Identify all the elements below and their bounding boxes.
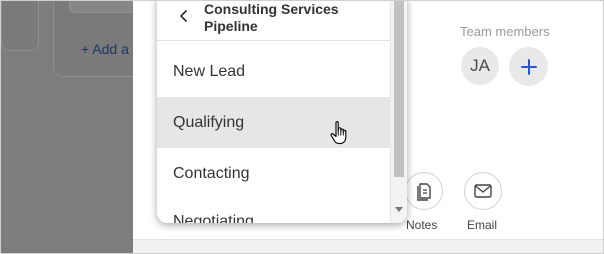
notes-button[interactable] (405, 172, 443, 210)
avatar[interactable]: JA (461, 47, 499, 85)
hand-cursor-icon (330, 121, 347, 145)
scrollbar-thumb[interactable] (394, 1, 404, 177)
dropdown-header[interactable]: Consulting Services Pipeline (157, 1, 391, 41)
pipeline-stage-dropdown: Consulting Services Pipeline New Lead Qu… (157, 1, 407, 223)
scroll-down-arrow-icon[interactable] (395, 207, 403, 212)
add-team-member-button[interactable] (509, 47, 548, 86)
stage-option-qualifying[interactable]: Qualifying (157, 97, 390, 148)
email-button[interactable] (464, 172, 502, 210)
stage-option-contacting[interactable]: Contacting (157, 148, 390, 199)
plus-icon (520, 58, 537, 75)
panel-footer (133, 239, 603, 253)
stage-option-negotiating[interactable]: Negotiating (157, 207, 390, 223)
background-card (1, 1, 39, 51)
background-card-inner (69, 1, 139, 13)
team-members-label: Team members (460, 24, 550, 39)
email-label: Email (467, 218, 498, 232)
dropdown-title: Consulting Services Pipeline (204, 1, 339, 34)
screen: + Add a Team members JA Notes Email Cons… (0, 0, 604, 254)
dropdown-scrollbar[interactable] (390, 1, 407, 223)
stage-option-new-lead[interactable]: New Lead (157, 46, 390, 97)
mail-icon (474, 184, 492, 198)
add-item-link[interactable]: + Add a (81, 41, 129, 57)
dimmed-background: + Add a (1, 1, 143, 253)
notes-icon (417, 183, 431, 201)
notes-label: Notes (406, 218, 438, 232)
chevron-left-icon[interactable] (177, 9, 191, 23)
